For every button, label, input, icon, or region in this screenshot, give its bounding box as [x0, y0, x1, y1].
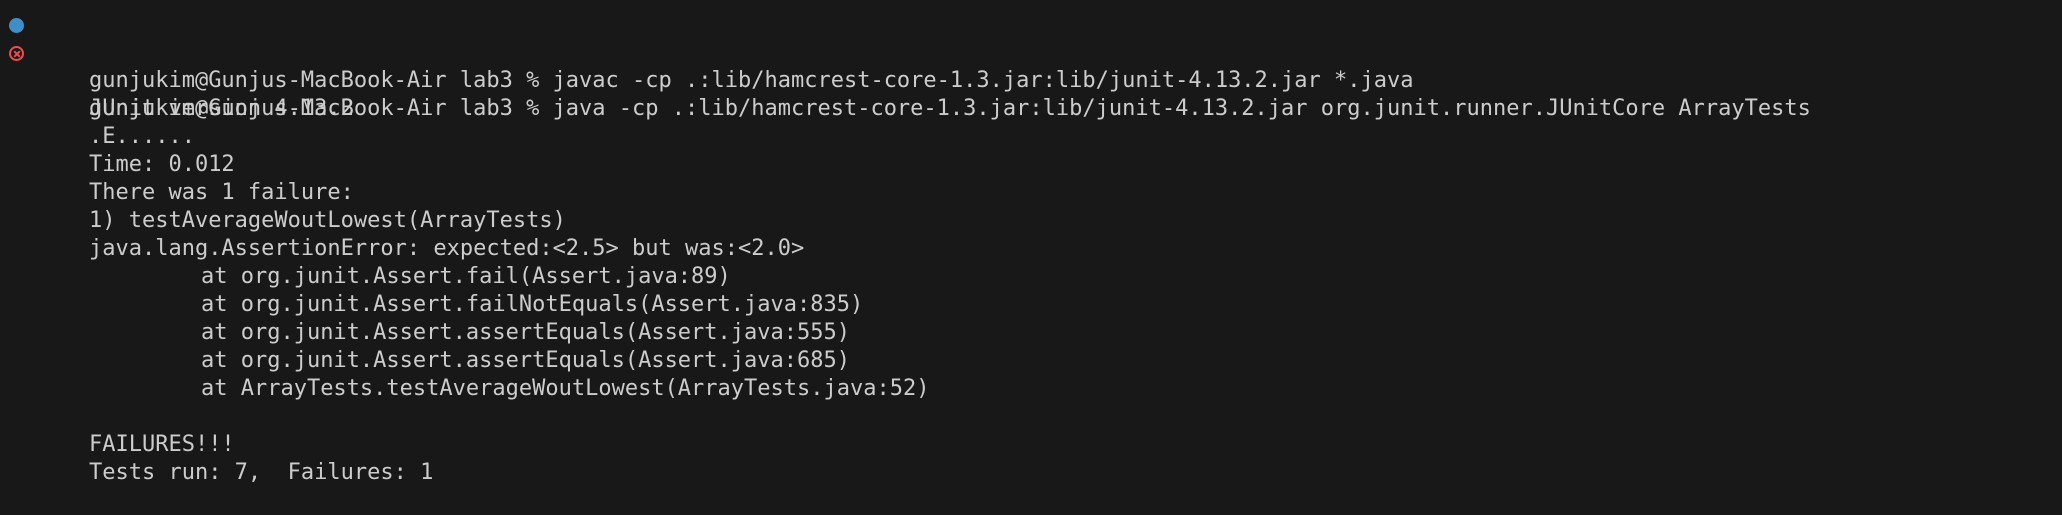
output-line: .E...... — [0, 95, 2062, 149]
tests-summary-text: Tests run: 7, Failures: 1 — [88, 460, 434, 485]
command-success-icon[interactable] — [9, 18, 24, 33]
output-line: java.lang.AssertionError: expected:<2.5>… — [0, 207, 2062, 261]
stack-trace-line: at ArrayTests.testAverageWoutLowest(Arra… — [0, 347, 2062, 401]
output-line: FAILURES!!! — [0, 403, 2062, 457]
stack-trace-line: at org.junit.Assert.assertEquals(Assert.… — [0, 319, 2062, 373]
stack-trace-line: at org.junit.Assert.fail(Assert.java:89) — [0, 235, 2062, 289]
output-line: 1) testAverageWoutLowest(ArrayTests) — [0, 179, 2062, 233]
output-line: Tests run: 7, Failures: 1 — [0, 431, 2062, 485]
command-error-icon[interactable] — [9, 46, 24, 61]
output-line: There was 1 failure: — [0, 151, 2062, 205]
command-line: gunjukim@Gunjus-MacBook-Air lab3 % javac… — [0, 11, 2062, 93]
terminal-panel[interactable]: gunjukim@Gunjus-MacBook-Air lab3 % javac… — [0, 0, 2062, 485]
output-line: Time: 0.012 — [0, 123, 2062, 177]
stack-trace-line: at org.junit.Assert.assertEquals(Assert.… — [0, 291, 2062, 345]
stack-trace-line: at org.junit.Assert.failNotEquals(Assert… — [0, 263, 2062, 317]
output-line: JUnit version 4.13.2 — [0, 67, 2062, 121]
command-line: gunjukim@Gunjus-MacBook-Air lab3 % java … — [0, 39, 2062, 121]
